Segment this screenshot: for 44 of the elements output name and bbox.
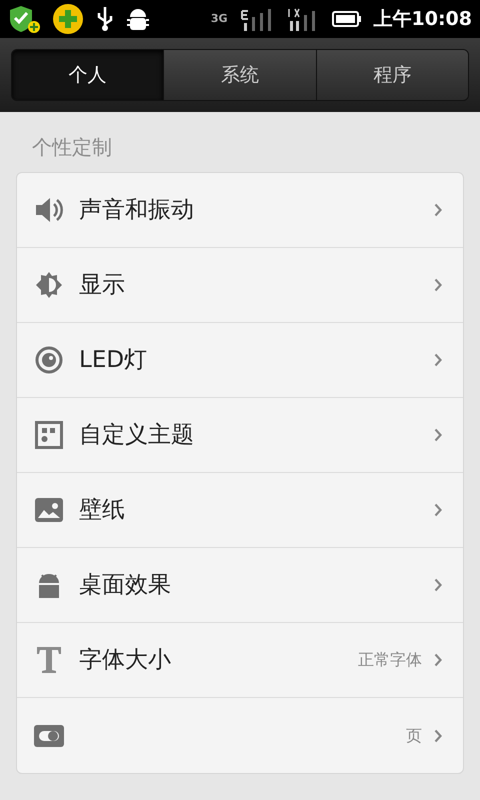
section-header: 个性定制 <box>31 135 112 159</box>
usb-icon <box>96 6 114 32</box>
settings-row[interactable]: 字体大小 正常字体 <box>17 623 463 698</box>
row-label: 显示 <box>79 270 125 300</box>
tab[interactable]: 程序 <box>316 50 468 100</box>
chevron-icon <box>434 203 443 217</box>
chevron-icon <box>434 353 443 367</box>
tab[interactable]: 个人 <box>12 50 164 100</box>
robot-icon <box>37 571 61 599</box>
bug-icon <box>126 6 150 32</box>
signal-icon <box>240 7 274 31</box>
tab[interactable]: 系统 <box>164 50 317 100</box>
row-value: 页 <box>406 724 422 746</box>
toggle-icon <box>34 724 64 746</box>
row-label: LED灯 <box>79 346 148 375</box>
settings-row[interactable]: 自定义主题 <box>17 398 463 473</box>
chevron-icon <box>434 653 443 667</box>
shield-icon <box>8 4 40 34</box>
grid-icon <box>35 421 63 449</box>
settings-row[interactable]: 声音和振动 <box>17 173 463 248</box>
chevron-icon <box>434 503 443 517</box>
settings-row[interactable]: 壁纸 <box>17 473 463 548</box>
row-label: 自定义主题 <box>79 420 194 450</box>
chevron-icon <box>434 578 443 592</box>
brightness-icon <box>35 271 63 299</box>
row-label: 桌面效果 <box>79 570 171 600</box>
speaker-icon <box>34 196 64 224</box>
image-icon <box>35 498 63 522</box>
chevron-icon <box>434 278 443 292</box>
settings-row[interactable]: 显示 <box>17 248 463 323</box>
settings-row[interactable]: LED灯 <box>17 323 463 398</box>
row-label: 声音和振动 <box>79 196 194 225</box>
network-type: 3G <box>210 10 228 27</box>
chevron-icon <box>434 428 443 442</box>
letter-t-icon <box>36 646 62 674</box>
plus-icon <box>52 3 84 35</box>
led-icon <box>35 346 63 374</box>
battery-icon <box>332 11 362 27</box>
row-value: 正常字体 <box>358 649 422 671</box>
clock: 上午10:08 <box>374 6 472 32</box>
row-label: 壁纸 <box>79 496 125 525</box>
settings-row[interactable]: 桌面效果 <box>17 548 463 623</box>
chevron-icon <box>434 728 443 742</box>
row-label: 字体大小 <box>79 646 171 675</box>
